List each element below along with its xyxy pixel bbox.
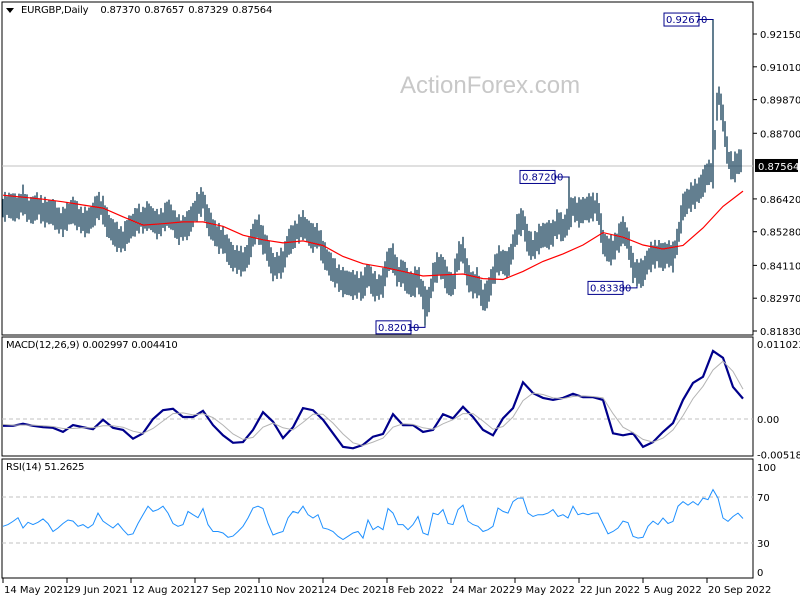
annotation-label: 0.83380 <box>590 283 631 294</box>
rsi-axis-label: 100 <box>757 463 776 474</box>
rsi-axis-label: 30 <box>757 539 770 550</box>
price-axis-label: 0.85280 <box>760 228 800 239</box>
macd-axis-label: 0.00 <box>757 415 779 426</box>
macd-axis-label: -0.005182 <box>757 450 800 461</box>
time-axis-label: 24 Dec 2021 <box>324 585 388 596</box>
macd-axis-label: 0.011023 <box>757 340 800 351</box>
time-axis-label: 5 Aug 2022 <box>644 585 702 596</box>
annotation-label: 0.82010 <box>378 323 419 334</box>
current-price-label: 0.87564 <box>758 162 799 173</box>
rsi-panel <box>1 458 754 579</box>
close-value: 0.87564 <box>232 5 273 16</box>
low-value: 0.87329 <box>188 5 229 16</box>
time-axis-label: 10 Nov 2021 <box>260 585 324 596</box>
time-axis-label: 14 May 2021 <box>4 585 69 596</box>
time-axis-label: 8 Feb 2022 <box>388 585 444 596</box>
time-axis-label: 27 Sep 2021 <box>196 585 259 596</box>
price-axis-label: 0.88700 <box>760 129 800 140</box>
high-value: 0.87657 <box>144 5 185 16</box>
price-axis-label: 0.91010 <box>760 63 800 74</box>
open-value: 0.87370 <box>100 5 141 16</box>
price-axis-label: 0.82970 <box>760 294 800 305</box>
time-axis-label: 9 May 2022 <box>516 585 575 596</box>
rsi-axis-label: 70 <box>757 493 770 504</box>
price-axis-label: 0.84110 <box>760 261 800 272</box>
collapse-triangle-icon[interactable] <box>6 8 14 13</box>
time-axis-label: 29 Jun 2021 <box>68 585 128 596</box>
price-axis-label: 0.92150 <box>760 30 800 41</box>
price-axis-label: 0.89870 <box>760 96 800 107</box>
rsi-axis-label: 0 <box>757 568 763 579</box>
chart-header: EURGBP,Daily 0.87370 0.87657 0.87329 0.8… <box>6 5 272 16</box>
chart-window: 0.92150 0.91010 0.89870 0.88700 0.86420 0.852… <box>0 0 800 600</box>
macd-title: MACD(12,26,9) 0.002997 0.004410 <box>6 340 178 351</box>
symbol-label: EURGBP,Daily <box>21 5 89 16</box>
time-axis-label: 12 Aug 2021 <box>132 585 196 596</box>
time-axis-label: 22 Jun 2022 <box>580 585 640 596</box>
time-axis-label: 24 Mar 2022 <box>452 585 515 596</box>
annotation-label: 0.92670 <box>666 15 707 26</box>
time-axis-label: 20 Sep 2022 <box>708 585 771 596</box>
rsi-title: RSI(14) 51.2625 <box>6 462 85 473</box>
price-axis-label: 0.86420 <box>760 195 800 206</box>
annotation-label: 0.87200 <box>522 172 563 183</box>
price-axis-label: 0.81830 <box>760 327 800 338</box>
watermark: ActionForex.com <box>400 72 581 99</box>
